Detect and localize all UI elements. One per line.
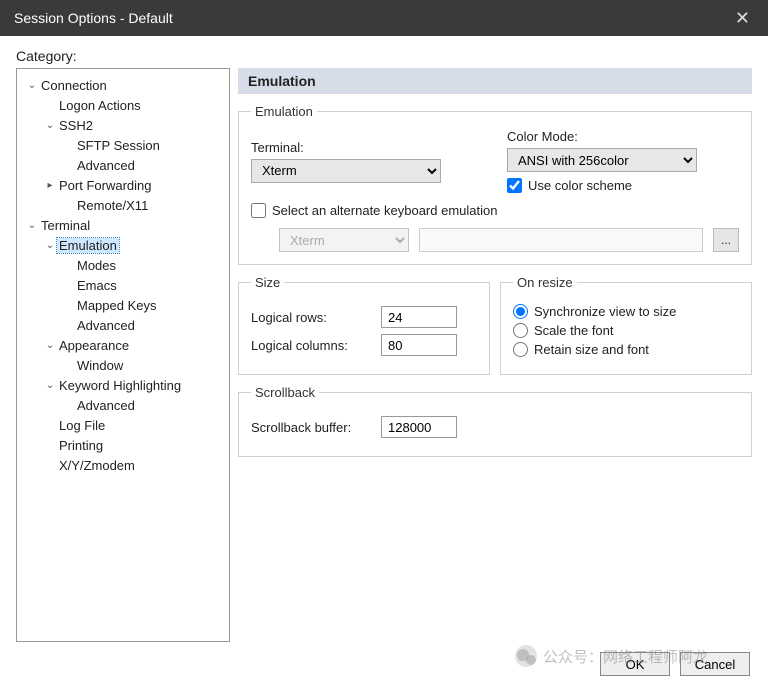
- tree-node-label: Advanced: [75, 318, 137, 333]
- color-mode-select[interactable]: ANSI with 256color: [507, 148, 697, 172]
- alt-keyboard-select: Xterm: [279, 228, 409, 252]
- tree-node-label: Printing: [57, 438, 105, 453]
- category-label: Category:: [16, 48, 752, 64]
- chevron-down-icon[interactable]: ⌄: [25, 220, 39, 231]
- tree-node-label: Port Forwarding: [57, 178, 153, 193]
- rows-input[interactable]: [381, 306, 457, 328]
- resize-scale-radio[interactable]: [513, 323, 528, 338]
- tree-node-emacs[interactable]: Emacs: [19, 275, 227, 295]
- tree-node-label: Window: [75, 358, 125, 373]
- tree-node-label: Logon Actions: [57, 98, 143, 113]
- alt-keyboard-label: Select an alternate keyboard emulation: [272, 203, 497, 218]
- settings-panel: Emulation Emulation Terminal: Xterm Colo…: [238, 68, 752, 467]
- use-color-scheme-label: Use color scheme: [528, 178, 632, 193]
- tree-node-log-file[interactable]: Log File: [19, 415, 227, 435]
- alt-keyboard-checkbox[interactable]: [251, 203, 266, 218]
- tree-node-label: Log File: [57, 418, 107, 433]
- cols-input[interactable]: [381, 334, 457, 356]
- tree-node-connection[interactable]: ⌄Connection: [19, 75, 227, 95]
- tree-node-label: Mapped Keys: [75, 298, 159, 313]
- tree-node-mapped-keys[interactable]: Mapped Keys: [19, 295, 227, 315]
- chevron-down-icon[interactable]: ⌄: [25, 80, 39, 91]
- panel-title: Emulation: [238, 68, 752, 94]
- resize-scale-label: Scale the font: [534, 323, 614, 338]
- chevron-right-icon[interactable]: ▸: [43, 180, 57, 191]
- tree-node-label: Emulation: [57, 238, 119, 253]
- tree-node-terminal[interactable]: ⌄Terminal: [19, 215, 227, 235]
- size-legend: Size: [251, 275, 284, 290]
- cols-label: Logical columns:: [251, 338, 381, 353]
- window-title: Session Options - Default: [14, 10, 173, 26]
- size-group: Size Logical rows: Logical columns:: [238, 275, 490, 375]
- tree-node-label: Connection: [39, 78, 109, 93]
- scrollback-group: Scrollback Scrollback buffer:: [238, 385, 752, 457]
- tree-node-remote-x11[interactable]: Remote/X11: [19, 195, 227, 215]
- tree-node-label: SSH2: [57, 118, 95, 133]
- tree-node-label: Advanced: [75, 158, 137, 173]
- tree-node-port-forwarding[interactable]: ▸Port Forwarding: [19, 175, 227, 195]
- alt-keyboard-path-input: [419, 228, 703, 252]
- scrollback-label: Scrollback buffer:: [251, 420, 381, 435]
- resize-sync-radio[interactable]: [513, 304, 528, 319]
- chevron-down-icon[interactable]: ⌄: [43, 380, 57, 391]
- tree-node-x-y-zmodem[interactable]: X/Y/Zmodem: [19, 455, 227, 475]
- color-mode-label: Color Mode:: [507, 129, 739, 144]
- scrollback-legend: Scrollback: [251, 385, 319, 400]
- rows-label: Logical rows:: [251, 310, 381, 325]
- cancel-button[interactable]: Cancel: [680, 652, 750, 676]
- tree-node-keyword-highlighting[interactable]: ⌄Keyword Highlighting: [19, 375, 227, 395]
- titlebar: Session Options - Default ✕: [0, 0, 768, 36]
- tree-node-label: Keyword Highlighting: [57, 378, 183, 393]
- resize-retain-radio[interactable]: [513, 342, 528, 357]
- tree-node-modes[interactable]: Modes: [19, 255, 227, 275]
- category-tree[interactable]: ⌄ConnectionLogon Actions⌄SSH2SFTP Sessio…: [16, 68, 230, 642]
- use-color-scheme-checkbox[interactable]: [507, 178, 522, 193]
- resize-retain-label: Retain size and font: [534, 342, 649, 357]
- tree-node-advanced[interactable]: Advanced: [19, 155, 227, 175]
- chevron-down-icon[interactable]: ⌄: [43, 240, 57, 251]
- scrollback-input[interactable]: [381, 416, 457, 438]
- tree-node-label: Terminal: [39, 218, 92, 233]
- tree-node-label: Modes: [75, 258, 118, 273]
- resize-legend: On resize: [513, 275, 577, 290]
- chevron-down-icon[interactable]: ⌄: [43, 120, 57, 131]
- tree-node-window[interactable]: Window: [19, 355, 227, 375]
- resize-group: On resize Synchronize view to size Scale…: [500, 275, 752, 375]
- tree-node-logon-actions[interactable]: Logon Actions: [19, 95, 227, 115]
- tree-node-label: Remote/X11: [75, 198, 150, 213]
- resize-sync-label: Synchronize view to size: [534, 304, 676, 319]
- tree-node-printing[interactable]: Printing: [19, 435, 227, 455]
- tree-node-label: Advanced: [75, 398, 137, 413]
- emulation-group: Emulation Terminal: Xterm Color Mode: AN…: [238, 104, 752, 265]
- browse-button[interactable]: ...: [713, 228, 739, 252]
- ok-button[interactable]: OK: [600, 652, 670, 676]
- emulation-legend: Emulation: [251, 104, 317, 119]
- tree-node-ssh2[interactable]: ⌄SSH2: [19, 115, 227, 135]
- tree-node-label: X/Y/Zmodem: [57, 458, 137, 473]
- chevron-down-icon[interactable]: ⌄: [43, 340, 57, 351]
- tree-node-appearance[interactable]: ⌄Appearance: [19, 335, 227, 355]
- terminal-label: Terminal:: [251, 140, 483, 155]
- tree-node-sftp-session[interactable]: SFTP Session: [19, 135, 227, 155]
- tree-node-label: Emacs: [75, 278, 119, 293]
- tree-node-advanced[interactable]: Advanced: [19, 395, 227, 415]
- tree-node-label: SFTP Session: [75, 138, 162, 153]
- tree-node-advanced[interactable]: Advanced: [19, 315, 227, 335]
- tree-node-emulation[interactable]: ⌄Emulation: [19, 235, 227, 255]
- tree-node-label: Appearance: [57, 338, 131, 353]
- close-icon[interactable]: ✕: [729, 8, 756, 29]
- terminal-select[interactable]: Xterm: [251, 159, 441, 183]
